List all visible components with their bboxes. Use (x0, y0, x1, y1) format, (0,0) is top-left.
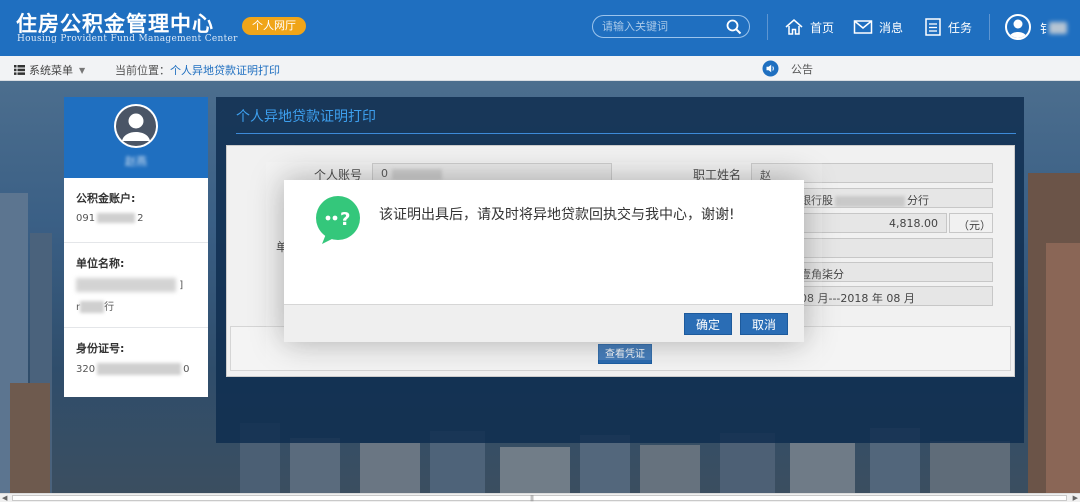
nav-messages-label: 消息 (879, 20, 904, 35)
scrollbar-thumb[interactable] (12, 495, 1067, 501)
profile-account-section: 公积金账户: 091 2 (64, 178, 208, 243)
profile-card-header: 赵燕 (64, 97, 208, 178)
account-label: 公积金账户: (76, 192, 136, 205)
nav-home-label: 首页 (810, 20, 835, 35)
profile-name: 赵燕 (125, 155, 147, 168)
id-value: 320 0 (76, 363, 190, 375)
user-avatar[interactable] (1005, 14, 1031, 40)
horizontal-scrollbar[interactable]: ◀ ||| ▶ (0, 493, 1080, 502)
caret-down-icon: ▼ (79, 65, 86, 75)
scroll-right-arrow-icon[interactable]: ▶ (1073, 494, 1078, 502)
home-icon (785, 19, 803, 35)
dialog-message: 该证明出具后，请及时将异地贷款回执交与我中心，谢谢! (379, 207, 735, 223)
divider (989, 14, 990, 40)
page-title: 个人异地贷款证明打印 (236, 109, 376, 125)
dialog-footer: 确定 取消 (284, 304, 804, 342)
breadcrumb-prefix: 当前位置： (115, 64, 170, 77)
svg-text:?: ? (340, 209, 350, 230)
redaction-blur (392, 168, 442, 180)
redaction-blur (80, 301, 105, 313)
redaction-blur (835, 195, 905, 207)
unit-label: 单位名称: (76, 257, 125, 270)
cancel-button[interactable]: 取消 (740, 313, 788, 335)
notice-link[interactable]: 公告 (762, 60, 813, 77)
profile-unit-section: 单位名称: ] r行 (64, 243, 208, 328)
scrollbar-grip-icon: ||| (530, 495, 534, 502)
nav-tasks-label: 任务 (948, 20, 973, 35)
view-voucher-button[interactable]: 查看凭证 (598, 344, 652, 364)
nav-home[interactable]: 首页 (784, 15, 834, 39)
question-chat-icon: ? (316, 196, 360, 244)
divider (767, 14, 768, 40)
unit-value-line2: r行 (76, 301, 115, 313)
redaction-blur (1049, 22, 1067, 34)
mail-icon (853, 20, 873, 34)
user-icon (116, 106, 156, 146)
redaction-blur (76, 278, 176, 292)
system-menu-button[interactable]: 系统菜单 ▼ (14, 62, 85, 78)
search-icon[interactable] (725, 18, 743, 36)
avatar (114, 104, 158, 148)
unit-value: ] (76, 278, 196, 292)
logo-subtitle: Housing Provident Fund Management Center (17, 34, 238, 44)
system-menu-label: 系统菜单 (29, 64, 73, 77)
scroll-left-arrow-icon[interactable]: ◀ (2, 494, 7, 502)
account-value: 091 2 (76, 213, 144, 224)
nav-messages[interactable]: 消息 (853, 15, 903, 39)
user-icon (1009, 19, 1027, 38)
confirm-button[interactable]: 确定 (684, 313, 732, 335)
confirm-dialog: ? 该证明出具后，请及时将异地贷款回执交与我中心，谢谢! 确定 取消 (284, 180, 804, 342)
title-underline (236, 133, 1016, 134)
amount-unit: （元） (949, 213, 993, 233)
profile-id-section: 身份证号: 320 0 (64, 328, 208, 396)
personal-hall-badge[interactable]: 个人网厅 (242, 17, 306, 35)
search-input[interactable] (602, 19, 722, 34)
redaction-blur (97, 363, 182, 375)
notice-label: 公告 (791, 62, 813, 76)
redaction-blur (97, 213, 136, 223)
speaker-icon (762, 60, 779, 77)
search-box[interactable] (592, 15, 750, 38)
task-icon (925, 18, 941, 36)
nav-tasks[interactable]: 任务 (924, 15, 972, 39)
menu-list-icon (14, 65, 25, 75)
sub-toolbar: 系统菜单 ▼ 当前位置：个人异地贷款证明打印 公告 (0, 56, 1080, 81)
profile-card: 赵燕 公积金账户: 091 2 单位名称: ] r行 身份证号: 320 0 (64, 97, 208, 397)
id-label: 身份证号: (76, 342, 125, 355)
breadcrumb: 当前位置：个人异地贷款证明打印 (115, 62, 280, 78)
top-header: 住房公积金管理中心 Housing Provident Fund Managem… (0, 0, 1080, 56)
breadcrumb-current[interactable]: 个人异地贷款证明打印 (170, 64, 280, 77)
